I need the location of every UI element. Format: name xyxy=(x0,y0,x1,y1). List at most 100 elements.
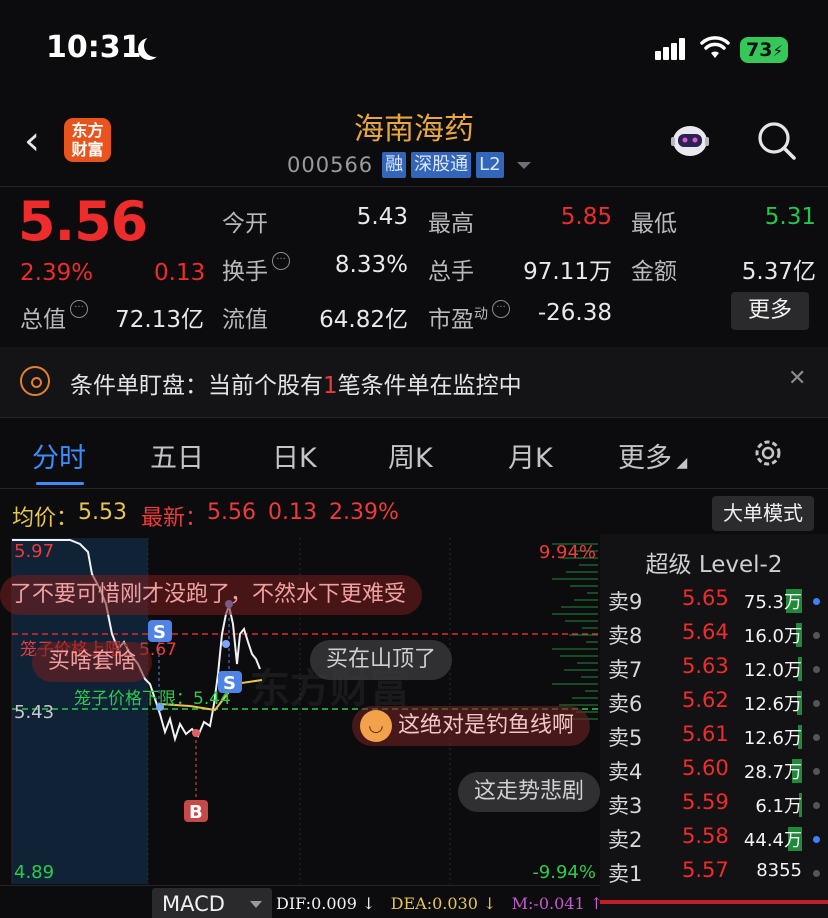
level2-row[interactable]: 卖1 5.57 8355 xyxy=(600,856,828,890)
macd-m: M:-0.041 ↑ xyxy=(511,894,604,913)
wifi-icon xyxy=(700,36,730,58)
tab-more[interactable]: 更多 ◢ xyxy=(618,436,687,475)
info-icon[interactable]: ··· xyxy=(272,252,290,270)
high-label: 最高 xyxy=(428,211,474,237)
level2-row[interactable]: 卖3 5.59 6.1万 xyxy=(600,788,828,822)
tab-daily-k[interactable]: 日K xyxy=(272,436,317,475)
stock-code-row[interactable]: 000566 融 深股通 L2 xyxy=(287,152,531,178)
level2-row-label: 卖4 xyxy=(608,760,643,784)
level2-row-label: 卖3 xyxy=(608,794,643,818)
market-cap-label-text: 总值 xyxy=(20,307,66,333)
level2-row-volume: 75.3万 xyxy=(743,592,802,613)
level2-row-label: 卖9 xyxy=(608,590,643,614)
level2-row-dot xyxy=(813,598,820,605)
last-percent: 2.39% xyxy=(328,500,399,525)
level2-row-label: 卖2 xyxy=(608,828,643,852)
amount-value: 5.37亿 xyxy=(741,259,816,285)
change-amount: 0.13 xyxy=(154,260,206,286)
danmu-comment-text: 这绝对是钓鱼线啊 xyxy=(398,713,575,738)
shenzhen-connect-tag: 深股通 xyxy=(411,152,472,178)
buy-marker[interactable]: B xyxy=(184,800,208,823)
volume-label: 总手 xyxy=(428,259,474,285)
level2-row[interactable]: 卖2 5.58 44.4万 xyxy=(600,822,828,856)
tab-weekly-k[interactable]: 周K xyxy=(388,436,433,475)
target-icon xyxy=(20,366,50,396)
level2-row-label: 卖6 xyxy=(608,692,643,716)
last-price: 5.56 xyxy=(18,190,148,253)
market-cap-value: 72.13亿 xyxy=(115,307,204,333)
alert-prefix: 条件单盯盘：当前个股有 xyxy=(70,373,323,399)
status-time: 10:31 xyxy=(46,30,142,65)
pct-axis-top: 9.94% xyxy=(539,542,596,563)
level2-row[interactable]: 卖5 5.61 12.6万 xyxy=(600,720,828,754)
robot-assistant-icon[interactable] xyxy=(668,122,712,162)
level2-row-label: 卖1 xyxy=(608,862,643,886)
info-icon[interactable]: ··· xyxy=(492,300,510,318)
emoji-icon: ◡ xyxy=(360,710,392,742)
active-tab-indicator xyxy=(36,482,84,485)
level2-row-volume: 16.0万 xyxy=(743,626,802,647)
level2-row[interactable]: 卖6 5.62 12.6万 xyxy=(600,686,828,720)
last-change: 0.13 xyxy=(268,500,317,525)
level2-row-dot xyxy=(813,802,820,809)
buy-sell-ratio-bar xyxy=(600,900,828,904)
level2-row-price: 5.57 xyxy=(682,858,729,882)
big-order-mode-button[interactable]: 大单模式 xyxy=(712,496,814,531)
level2-row-volume: 28.7万 xyxy=(743,762,802,783)
level2-row-volume: 6.1万 xyxy=(755,796,802,817)
volume-bars xyxy=(552,543,598,720)
level2-row-volume: 8355 xyxy=(756,860,802,881)
level2-row[interactable]: 卖4 5.60 28.7万 xyxy=(600,754,828,788)
pe-value: -26.38 xyxy=(537,300,612,326)
tab-monthly-k[interactable]: 月K xyxy=(508,436,553,475)
danmu-comment: 买在山顶了 xyxy=(310,640,453,680)
level2-title[interactable]: 超级 Level-2 xyxy=(600,545,828,579)
tab-intraday[interactable]: 分时 xyxy=(32,436,86,475)
level2-row[interactable]: 卖9 5.65 75.3万 xyxy=(600,584,828,618)
alert-suffix: 笔条件单在监控中 xyxy=(337,373,522,399)
more-button[interactable]: 更多 xyxy=(731,292,809,330)
level2-row-volume: 12.6万 xyxy=(743,728,802,749)
gear-icon[interactable] xyxy=(751,436,785,470)
turnover-label: 换手 ··· xyxy=(222,252,290,286)
level2-row-price: 5.58 xyxy=(682,824,729,848)
change-percent: 2.39% xyxy=(20,260,94,286)
divider xyxy=(0,186,828,187)
trade-point xyxy=(192,729,200,737)
level2-row-price: 5.59 xyxy=(682,790,729,814)
buy-marker-text: B xyxy=(189,802,203,823)
level2-row-volume: 12.6万 xyxy=(743,694,802,715)
level2-row[interactable]: 卖7 5.63 12.0万 xyxy=(600,652,828,686)
open-value: 5.43 xyxy=(356,204,408,230)
margin-tag: 融 xyxy=(382,152,407,178)
battery-level: 73 xyxy=(746,39,773,61)
level2-row-price: 5.61 xyxy=(682,722,729,746)
level2-row-volume: 44.4万 xyxy=(743,830,802,851)
danmu-comment: ◡ 这绝对是钓鱼线啊 xyxy=(352,706,591,746)
market-cap-label: 总值 ··· xyxy=(20,300,88,334)
search-icon[interactable] xyxy=(756,120,796,160)
pe-sup: 动 xyxy=(474,306,488,323)
indicator-select[interactable]: MACD xyxy=(152,888,272,918)
danmu-comment: 了不要可惜刚才没跑了，不然水下更难受 xyxy=(0,575,423,615)
stock-code: 000566 xyxy=(287,153,374,177)
level2-row-price: 5.64 xyxy=(682,620,729,644)
y-axis-mid: 5.43 xyxy=(14,702,54,723)
chevron-down-icon[interactable] xyxy=(516,161,531,169)
tab-five-day[interactable]: 五日 xyxy=(150,436,204,475)
alert-count: 1 xyxy=(323,373,338,399)
level2-row-label: 卖5 xyxy=(608,726,643,750)
divider xyxy=(0,885,600,886)
avg-value: 5.53 xyxy=(78,500,127,525)
pe-label-text: 市盈 xyxy=(428,307,474,333)
condition-order-text: 条件单盯盘：当前个股有1笔条件单在监控中 xyxy=(70,366,522,400)
float-cap-label: 流值 xyxy=(222,307,268,333)
y-axis-bottom: 4.89 xyxy=(14,862,54,883)
level2-row-label: 卖7 xyxy=(608,658,643,682)
level2-row-dot xyxy=(813,870,820,877)
info-icon[interactable]: ··· xyxy=(70,300,88,318)
level2-row-dot xyxy=(813,632,820,639)
level2-row[interactable]: 卖8 5.64 16.0万 xyxy=(600,618,828,652)
battery-indicator: 73⚡ xyxy=(740,37,788,63)
close-icon[interactable]: ✕ xyxy=(788,366,806,391)
